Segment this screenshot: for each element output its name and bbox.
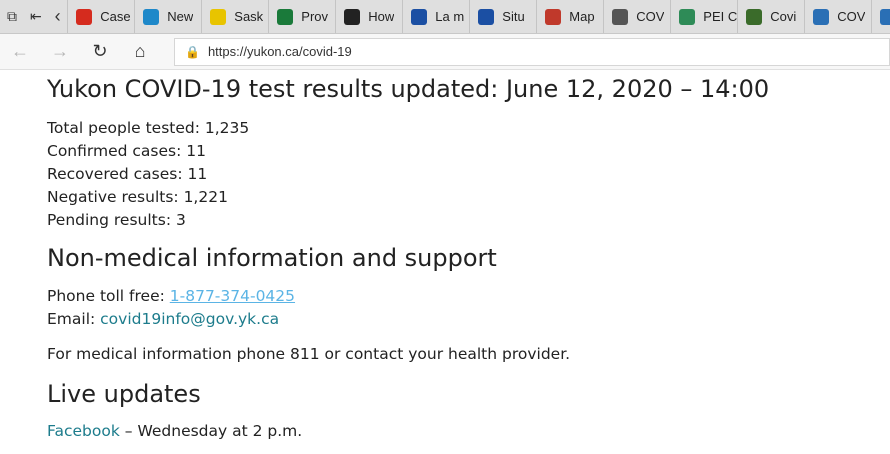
lock-icon: 🔒 <box>185 44 200 59</box>
page-content: Yukon COVID-19 test results updated: Jun… <box>47 70 877 443</box>
scroll-tabs-left-icon[interactable]: ‹ <box>48 0 67 33</box>
browser-tab[interactable]: Situ <box>469 0 536 33</box>
tab-label: Prov <box>301 9 329 24</box>
stat-total-tested: Total people tested: 1,235 <box>47 119 250 137</box>
forward-button[interactable]: → <box>40 34 80 70</box>
stat-recovered: Recovered cases: 11 <box>47 165 208 183</box>
saskatchewan-icon <box>210 8 227 25</box>
medical-note: For medical information phone 811 or con… <box>47 345 571 363</box>
support-heading: Non-medical information and support <box>47 244 497 272</box>
tab-label: Sask <box>234 9 264 24</box>
address-bar[interactable]: 🔒 https://yukon.ca/covid-19 <box>174 37 890 66</box>
email-label: Email: <box>47 310 101 328</box>
browser-tab[interactable]: COV <box>804 0 871 33</box>
email-line: Email: covid19info@gov.yk.ca <box>47 308 877 331</box>
manitoba-icon <box>277 8 294 25</box>
ontario-icon <box>344 8 361 25</box>
contact-info: Phone toll free: 1-877-374-0425 Email: c… <box>47 285 877 331</box>
live-updates-heading: Live updates <box>47 380 201 408</box>
browser-tab[interactable]: La m <box>402 0 469 33</box>
tab-label: New <box>167 9 194 24</box>
browser-tab[interactable]: How <box>335 0 402 33</box>
pei-icon <box>679 8 696 25</box>
phone-label: Phone toll free: <box>47 287 170 305</box>
tab-partial[interactable] <box>871 0 890 33</box>
facebook-schedule: – Wednesday at 2 p.m. <box>119 422 303 440</box>
stat-negative: Negative results: 1,221 <box>47 188 228 206</box>
live-updates-line: Facebook – Wednesday at 2 p.m. <box>47 420 877 443</box>
browser-tab[interactable]: PEI C <box>670 0 737 33</box>
tab-label: PEI C <box>703 9 738 24</box>
phone-line: Phone toll free: 1-877-374-0425 <box>47 285 877 308</box>
refresh-button[interactable]: ↻ <box>80 34 120 70</box>
nwt-icon <box>813 8 830 25</box>
browser-tab[interactable]: Prov <box>268 0 335 33</box>
ca-flag-icon <box>76 8 93 25</box>
browser-tab[interactable]: Case <box>67 0 134 33</box>
new-brunswick-icon <box>545 8 562 25</box>
tab-label: COV <box>636 9 665 24</box>
quebec-icon <box>478 8 495 25</box>
tab-label: COV <box>837 9 866 24</box>
alberta-icon <box>143 8 160 25</box>
nova-scotia-icon <box>612 8 629 25</box>
home-button[interactable]: ⌂ <box>120 34 160 70</box>
browser-tab[interactable]: Covi <box>737 0 804 33</box>
phone-link[interactable]: 1-877-374-0425 <box>170 287 295 305</box>
browser-tab[interactable]: New <box>134 0 201 33</box>
tab-label: Case <box>100 9 131 24</box>
tab-label: Situ <box>502 9 525 24</box>
tab-label: Map <box>569 9 595 24</box>
tab-actions-icon[interactable]: ⧉ <box>0 0 24 33</box>
tab-label: Covi <box>770 9 797 24</box>
facebook-link[interactable]: Facebook <box>47 422 120 440</box>
browser-tab[interactable]: COV <box>603 0 670 33</box>
tab-label: La m <box>435 9 465 24</box>
page-title: Yukon COVID-19 test results updated: Jun… <box>47 75 770 103</box>
tabs-aside-icon[interactable]: ⇤ <box>24 0 48 33</box>
email-link[interactable]: covid19info@gov.yk.ca <box>100 310 279 328</box>
address-row: ← → ↻ ⌂ 🔒 https://yukon.ca/covid-19 <box>0 34 890 70</box>
browser-tab[interactable]: Map <box>536 0 603 33</box>
browser-tab[interactable]: Sask <box>201 0 268 33</box>
quebec-icon <box>411 8 428 25</box>
nl-icon <box>746 8 763 25</box>
stat-confirmed: Confirmed cases: 11 <box>47 142 206 160</box>
url-text: https://yukon.ca/covid-19 <box>207 44 352 59</box>
back-button[interactable]: ← <box>0 34 40 70</box>
yukon-icon <box>880 8 890 25</box>
test-results-list: Total people tested: 1,235 Confirmed cas… <box>47 117 877 232</box>
tab-label: How <box>368 9 395 24</box>
stat-pending: Pending results: 3 <box>47 211 186 229</box>
tab-strip: ⧉ ⇤ ‹ Case New Sask Prov How La m Situ Map COV PE… <box>0 0 890 34</box>
